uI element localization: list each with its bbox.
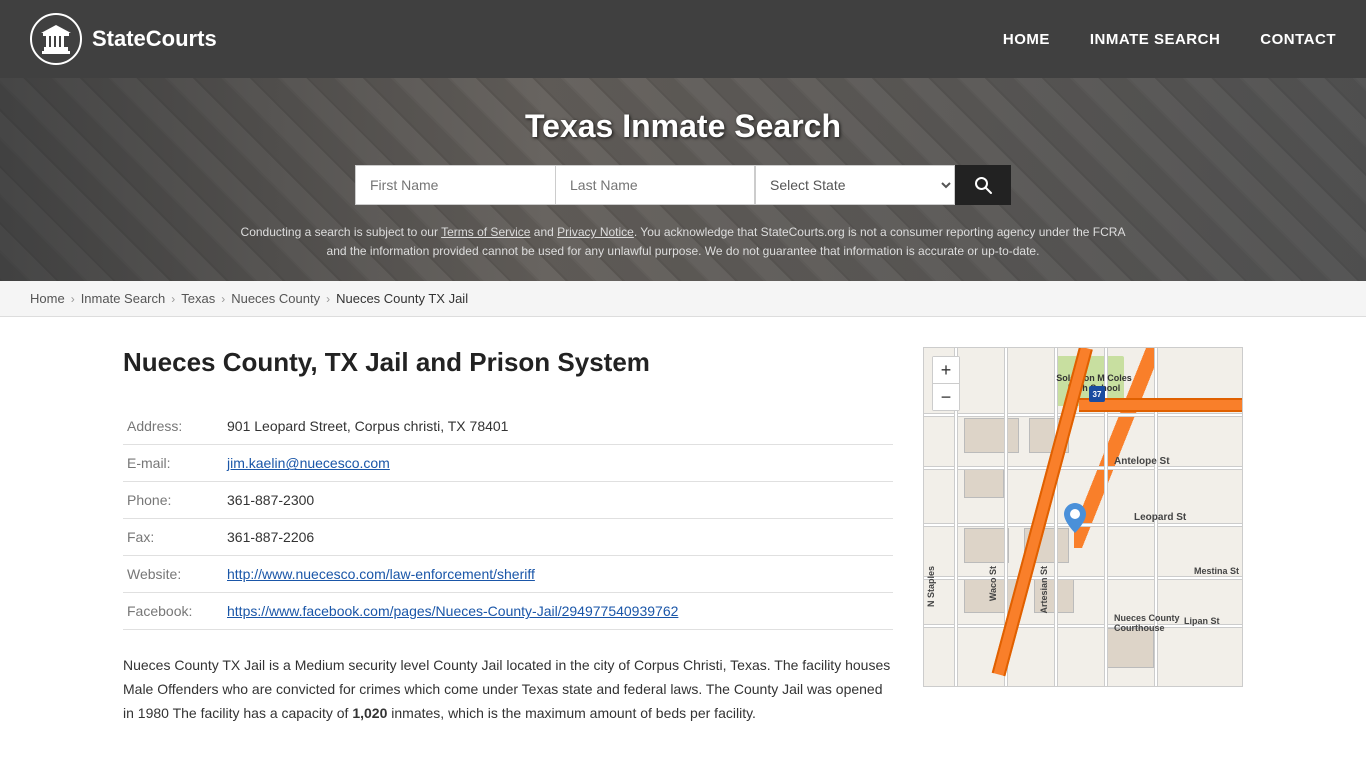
road-artesian (1054, 348, 1058, 686)
phone-label: Phone: (123, 482, 223, 519)
breadcrumb-sep-3: › (221, 292, 225, 306)
breadcrumb-current: Nueces County TX Jail (336, 291, 468, 306)
breadcrumb-sep-4: › (326, 292, 330, 306)
email-row: E-mail: jim.kaelin@nuecesco.com (123, 445, 893, 482)
courthouse-block (1104, 628, 1154, 668)
map-area: Solomon M ColesHigh School Buffalo St An… (923, 347, 1243, 725)
address-label: Address: (123, 408, 223, 445)
road-mestina (924, 576, 1242, 580)
breadcrumb-inmate-search[interactable]: Inmate Search (81, 291, 166, 306)
hero-section: Texas Inmate Search Select StateAlabamaA… (0, 78, 1366, 281)
search-bar: Select StateAlabamaAlaskaArizonaArkansas… (20, 165, 1346, 205)
address-row: Address: 901 Leopard Street, Corpus chri… (123, 408, 893, 445)
breadcrumb-home[interactable]: Home (30, 291, 65, 306)
main-content: Nueces County, TX Jail and Prison System… (83, 317, 1283, 755)
block-3 (964, 468, 1004, 498)
nav-links: HOME INMATE SEARCH CONTACT (1003, 31, 1336, 48)
terms-link[interactable]: Terms of Service (441, 225, 530, 239)
nav-inmate-search[interactable]: INMATE SEARCH (1090, 31, 1220, 48)
website-cell: http://www.nuecesco.com/law-enforcement/… (223, 556, 893, 593)
map-pin (1064, 503, 1086, 533)
website-row: Website: http://www.nuecesco.com/law-enf… (123, 556, 893, 593)
facility-heading: Nueces County, TX Jail and Prison System (123, 347, 893, 378)
road-antelope (924, 466, 1242, 470)
block-1 (964, 418, 1019, 453)
phone-value: 361-887-2300 (223, 482, 893, 519)
privacy-link[interactable]: Privacy Notice (557, 225, 634, 239)
label-antelope: Antelope St (1114, 456, 1170, 467)
site-logo[interactable]: StateCourts (30, 13, 217, 65)
search-button[interactable] (955, 165, 1011, 205)
hero-title: Texas Inmate Search (20, 108, 1346, 145)
search-icon (973, 175, 993, 195)
map-zoom-controls: + − (932, 356, 960, 411)
first-name-input[interactable] (355, 165, 555, 205)
breadcrumb-sep-2: › (171, 292, 175, 306)
label-mestina: Mestina St (1194, 566, 1239, 576)
breadcrumb-sep-1: › (71, 292, 75, 306)
facility-description: Nueces County TX Jail is a Medium securi… (123, 654, 893, 725)
facebook-row: Facebook: https://www.facebook.com/pages… (123, 593, 893, 630)
label-waco: Waco St (988, 566, 998, 601)
facility-capacity: 1,020 (352, 705, 387, 721)
zoom-out-button[interactable]: − (933, 384, 959, 410)
facebook-cell: https://www.facebook.com/pages/Nueces-Co… (223, 593, 893, 630)
website-label: Website: (123, 556, 223, 593)
block-4 (964, 528, 1009, 563)
fax-row: Fax: 361-887-2206 (123, 519, 893, 556)
interstate-shield-37: 37 (1089, 386, 1105, 402)
email-cell: jim.kaelin@nuecesco.com (223, 445, 893, 482)
zoom-in-button[interactable]: + (933, 357, 959, 383)
breadcrumb-county[interactable]: Nueces County (231, 291, 320, 306)
state-select[interactable]: Select StateAlabamaAlaskaArizonaArkansas… (755, 165, 955, 205)
nav-contact[interactable]: CONTACT (1260, 31, 1336, 48)
phone-row: Phone: 361-887-2300 (123, 482, 893, 519)
logo-text: StateCourts (92, 26, 217, 52)
facility-details-table: Address: 901 Leopard Street, Corpus chri… (123, 408, 893, 630)
fax-label: Fax: (123, 519, 223, 556)
map-container: Solomon M ColesHigh School Buffalo St An… (923, 347, 1243, 687)
fax-value: 361-887-2206 (223, 519, 893, 556)
label-lipan: Lipan St (1184, 616, 1220, 626)
email-link[interactable]: jim.kaelin@nuecesco.com (227, 455, 390, 471)
description-text-end: inmates, which is the maximum amount of … (387, 705, 756, 721)
last-name-input[interactable] (555, 165, 755, 205)
disclaimer-text: Conducting a search is subject to our Te… (233, 223, 1133, 261)
nav-home[interactable]: HOME (1003, 31, 1050, 48)
email-label: E-mail: (123, 445, 223, 482)
label-artesian: Artesian St (1039, 566, 1049, 614)
facebook-label: Facebook: (123, 593, 223, 630)
map-background: Solomon M ColesHigh School Buffalo St An… (924, 348, 1242, 686)
address-value: 901 Leopard Street, Corpus christi, TX 7… (223, 408, 893, 445)
road-buffalo (924, 413, 1242, 417)
website-link[interactable]: http://www.nuecesco.com/law-enforcement/… (227, 566, 535, 582)
breadcrumb: Home › Inmate Search › Texas › Nueces Co… (0, 281, 1366, 317)
label-nueces-courthouse: Nueces CountyCourthouse (1114, 613, 1180, 633)
facility-info: Nueces County, TX Jail and Prison System… (123, 347, 893, 725)
label-leopard: Leopard St (1134, 512, 1186, 523)
facebook-link[interactable]: https://www.facebook.com/pages/Nueces-Co… (227, 603, 678, 619)
top-navigation: StateCourts HOME INMATE SEARCH CONTACT (0, 0, 1366, 78)
label-nstaples: N Staples (926, 566, 936, 607)
breadcrumb-state[interactable]: Texas (181, 291, 215, 306)
